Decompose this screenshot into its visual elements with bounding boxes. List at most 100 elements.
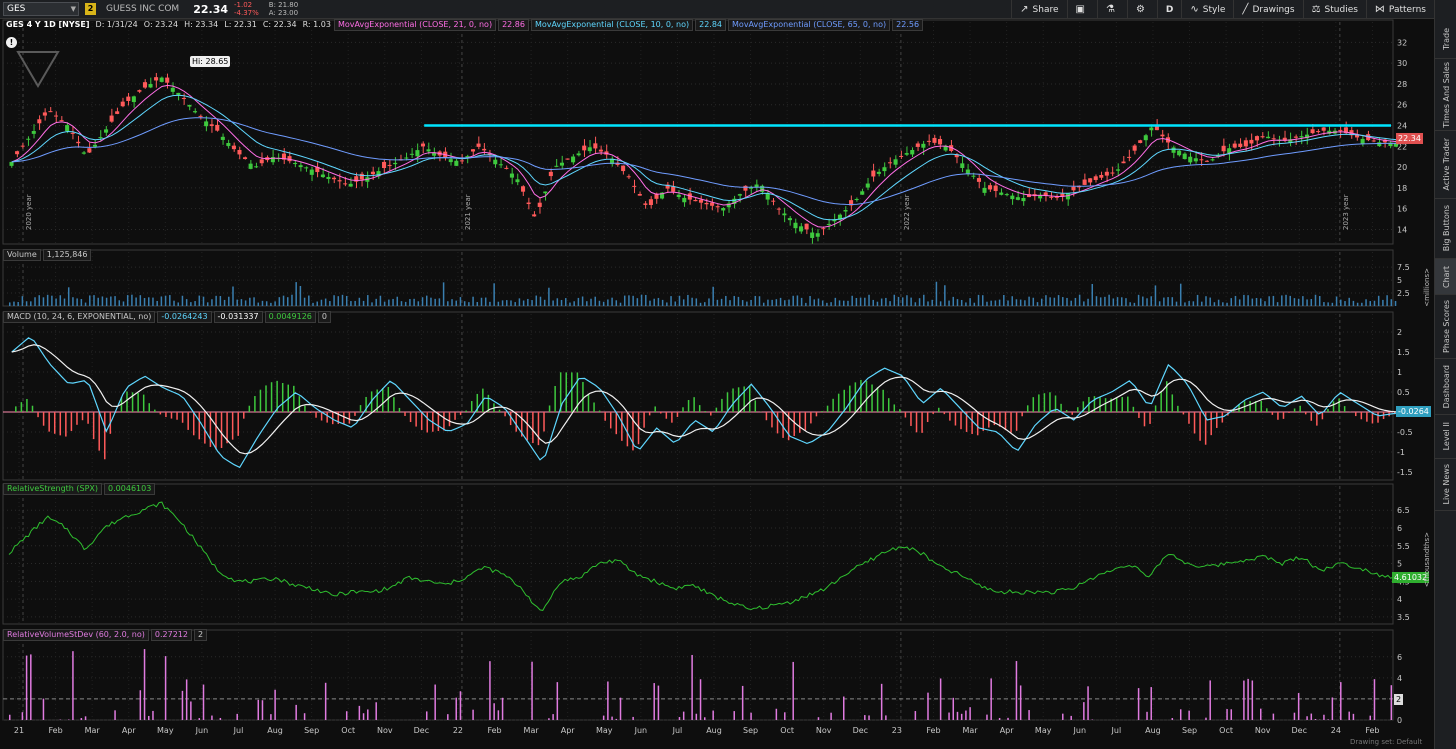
x-axis-label: 23 bbox=[892, 726, 902, 735]
macd-histogram-bar bbox=[648, 412, 651, 416]
relative-volume-bar bbox=[1087, 686, 1089, 720]
x-axis-label: Jun bbox=[195, 726, 209, 735]
macd-histogram-bar bbox=[137, 393, 139, 412]
share-button[interactable]: ↗ Share bbox=[1011, 0, 1066, 19]
tab-big-buttons[interactable]: Big Buttons bbox=[1435, 199, 1456, 259]
settings-button[interactable]: ⚙ bbox=[1126, 0, 1157, 19]
flexible-grid-button[interactable]: ▣ bbox=[1066, 0, 1097, 19]
macd-histogram-bar bbox=[1321, 412, 1324, 420]
volume-bar bbox=[89, 295, 91, 306]
relative-volume-bar bbox=[653, 683, 655, 720]
tab-dashboard[interactable]: Dashboard bbox=[1435, 359, 1456, 415]
info-icon[interactable]: ! bbox=[6, 37, 17, 48]
relative-volume-bar bbox=[164, 656, 167, 720]
symbol-input[interactable]: GES ▼ bbox=[3, 2, 79, 16]
volume-bar bbox=[1386, 295, 1388, 306]
price-candle bbox=[209, 124, 214, 127]
volume-bar bbox=[982, 295, 984, 306]
price-candle bbox=[382, 161, 387, 169]
volume-bar bbox=[758, 296, 761, 306]
study-relative-volume[interactable]: RelativeVolumeStDev (60, 2.0, no) bbox=[3, 629, 149, 641]
study-volume[interactable]: Volume bbox=[3, 249, 41, 261]
price-candle bbox=[1243, 140, 1248, 147]
macd-histogram-bar bbox=[1332, 401, 1335, 412]
x-axis-label: Sep bbox=[1182, 726, 1197, 735]
macd-histogram-bar bbox=[1115, 397, 1118, 412]
macd-histogram-bar bbox=[343, 412, 345, 424]
price-candle bbox=[565, 158, 570, 160]
tab-trade[interactable]: Trade bbox=[1435, 19, 1456, 59]
chevron-down-icon[interactable]: ▼ bbox=[71, 3, 76, 15]
price-candle bbox=[1104, 171, 1109, 176]
study-ema65[interactable]: MovAvgExponential (CLOSE, 65, 0, no) bbox=[728, 19, 891, 31]
drawing-set-label[interactable]: Drawing set: Default bbox=[1350, 738, 1422, 746]
volume-bar bbox=[628, 295, 630, 306]
high-annotation: Hi: 28.65 bbox=[190, 56, 231, 67]
tab-label: Trade bbox=[1441, 27, 1451, 50]
volume-bar bbox=[560, 299, 563, 306]
study-macd[interactable]: MACD (10, 24, 6, EXPONENTIAL, no) bbox=[3, 311, 156, 323]
price-candle bbox=[76, 141, 81, 144]
macd-histogram-bar bbox=[726, 392, 729, 412]
tab-level-ii[interactable]: Level II bbox=[1435, 415, 1456, 459]
price-candle bbox=[9, 161, 14, 166]
macd-histogram-bar bbox=[604, 412, 606, 421]
macd-histogram-bar bbox=[1043, 393, 1046, 412]
lab-button[interactable]: ⚗ bbox=[1096, 0, 1127, 19]
macd-histogram-bar bbox=[1132, 406, 1135, 412]
period-button[interactable]: D bbox=[1156, 0, 1181, 19]
patterns-button[interactable]: ⋈ Patterns bbox=[1365, 0, 1434, 19]
relative-volume-bar bbox=[375, 702, 377, 720]
study-ema10[interactable]: MovAvgExponential (CLOSE, 10, 0, no) bbox=[530, 19, 694, 31]
macd-histogram-bar bbox=[982, 412, 984, 431]
volume-bar bbox=[1099, 297, 1102, 306]
volume-bar bbox=[308, 295, 310, 306]
volume-bar bbox=[1335, 296, 1338, 306]
price-candle bbox=[1065, 193, 1070, 200]
price-candle bbox=[815, 233, 820, 237]
study-relative-strength[interactable]: RelativeStrength (SPX) bbox=[3, 483, 103, 495]
tab-live-news[interactable]: Live News bbox=[1435, 459, 1456, 511]
volume-bar bbox=[493, 283, 495, 306]
macd-histogram-bar bbox=[1026, 405, 1029, 412]
volume-bar bbox=[63, 298, 66, 306]
macd-y-tick: -1.5 bbox=[1397, 468, 1413, 477]
volume-pane bbox=[2, 249, 1394, 307]
relative-volume-bar bbox=[72, 651, 74, 720]
macd-histogram-bar bbox=[87, 412, 89, 424]
tab-active-trader[interactable]: Active Trader bbox=[1435, 131, 1456, 199]
ohlc-open: O: 23.24 bbox=[143, 20, 179, 29]
volume-bar bbox=[1348, 297, 1350, 306]
chart-canvas[interactable]: 141618202224262830322.557.5-1.5-1-0.50.5… bbox=[0, 0, 1434, 749]
price-candle bbox=[415, 150, 420, 157]
price-candle bbox=[1049, 196, 1054, 198]
macd-histogram-bar bbox=[1138, 412, 1140, 418]
x-axis-label: Jul bbox=[1111, 726, 1122, 735]
drawings-button[interactable]: ╱ Drawings bbox=[1233, 0, 1302, 19]
macd-histogram-bar bbox=[704, 411, 706, 412]
study-ema21[interactable]: MovAvgExponential (CLOSE, 21, 0, no) bbox=[333, 19, 497, 31]
macd-histogram-bar bbox=[220, 412, 223, 448]
relative-volume-bar bbox=[459, 691, 462, 720]
tab-chart[interactable]: Chart bbox=[1435, 259, 1456, 295]
x-axis-label: Feb bbox=[487, 726, 501, 735]
relative-volume-bar bbox=[324, 682, 327, 720]
volume-bar bbox=[1007, 300, 1009, 306]
volume-bar bbox=[9, 302, 11, 306]
macd-histogram-bar bbox=[1160, 391, 1162, 412]
studies-button[interactable]: ⚖ Studies bbox=[1302, 0, 1366, 19]
price-candle bbox=[226, 142, 231, 146]
volume-bar bbox=[1024, 300, 1026, 306]
x-axis-label: Jun bbox=[1073, 726, 1087, 735]
bid-value: B: 21.80 bbox=[268, 1, 299, 9]
tab-phase-scores[interactable]: Phase Scores bbox=[1435, 295, 1456, 359]
macd-histogram-bar bbox=[1004, 412, 1007, 431]
style-button[interactable]: ∿ Style bbox=[1181, 0, 1233, 19]
price-candle bbox=[293, 163, 298, 165]
macd-histogram-bar bbox=[1338, 398, 1340, 412]
macd-histogram-bar bbox=[470, 401, 473, 412]
tab-times-and-sales[interactable]: Times And Sales bbox=[1435, 59, 1456, 131]
macd-histogram-bar bbox=[899, 409, 901, 412]
volume-bar bbox=[733, 295, 735, 306]
link-group-badge[interactable]: 2 bbox=[85, 3, 96, 15]
